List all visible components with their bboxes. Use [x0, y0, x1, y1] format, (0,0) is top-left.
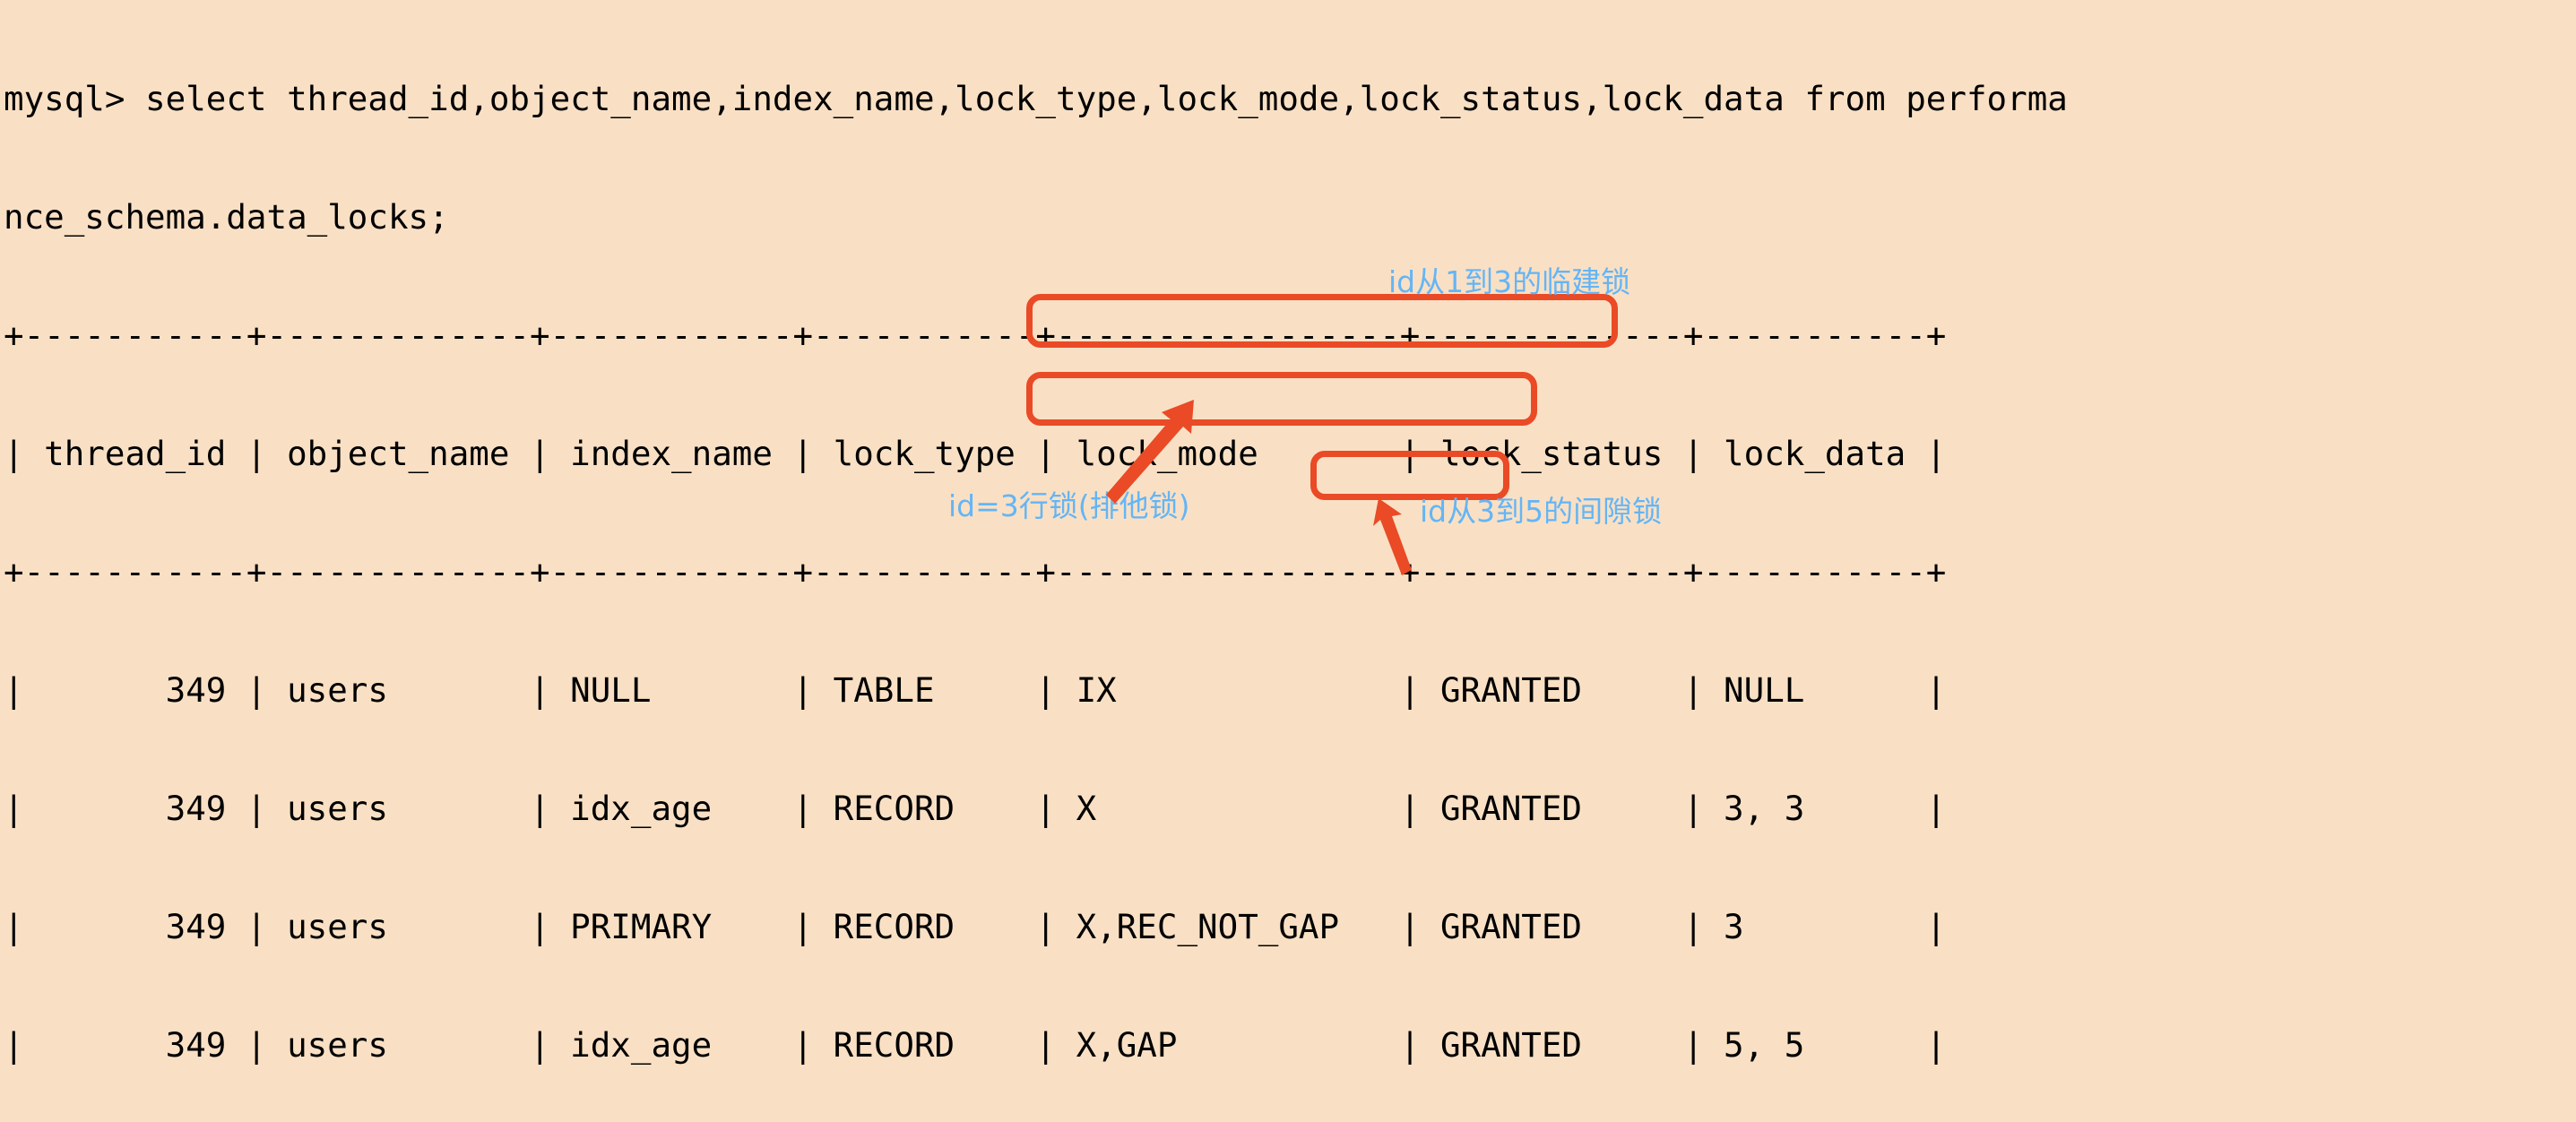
table-row: | 349 | users | idx_age | RECORD | X,GAP… — [4, 1025, 1947, 1065]
annotation-next-key-lock: id从1到3的临建锁 — [1388, 264, 1631, 299]
table-row: | 349 | users | NULL | TABLE | IX | GRAN… — [4, 670, 1947, 710]
annotation-record-lock: id=3行锁(排他锁) — [948, 488, 1190, 523]
table-separator-top: +-----------+-------------+------------+… — [4, 315, 1947, 355]
sql-prompt-line-2: nce_schema.data_locks; — [4, 197, 449, 237]
terminal-output: mysql> select thread_id,object_name,inde… — [0, 0, 2576, 1122]
table-row: | 349 | users | idx_age | RECORD | X | G… — [4, 789, 1947, 828]
terminal-screenshot: mysql> select thread_id,object_name,inde… — [0, 0, 2576, 1065]
annotation-gap-lock: id从3到5的间隙锁 — [1420, 494, 1663, 529]
table-row: | 349 | users | PRIMARY | RECORD | X,REC… — [4, 907, 1947, 946]
sql-prompt-line-1: mysql> select thread_id,object_name,inde… — [4, 79, 2068, 118]
table-separator-mid: +-----------+-------------+------------+… — [4, 552, 1947, 591]
table-header-row: | thread_id | object_name | index_name |… — [4, 434, 1947, 473]
